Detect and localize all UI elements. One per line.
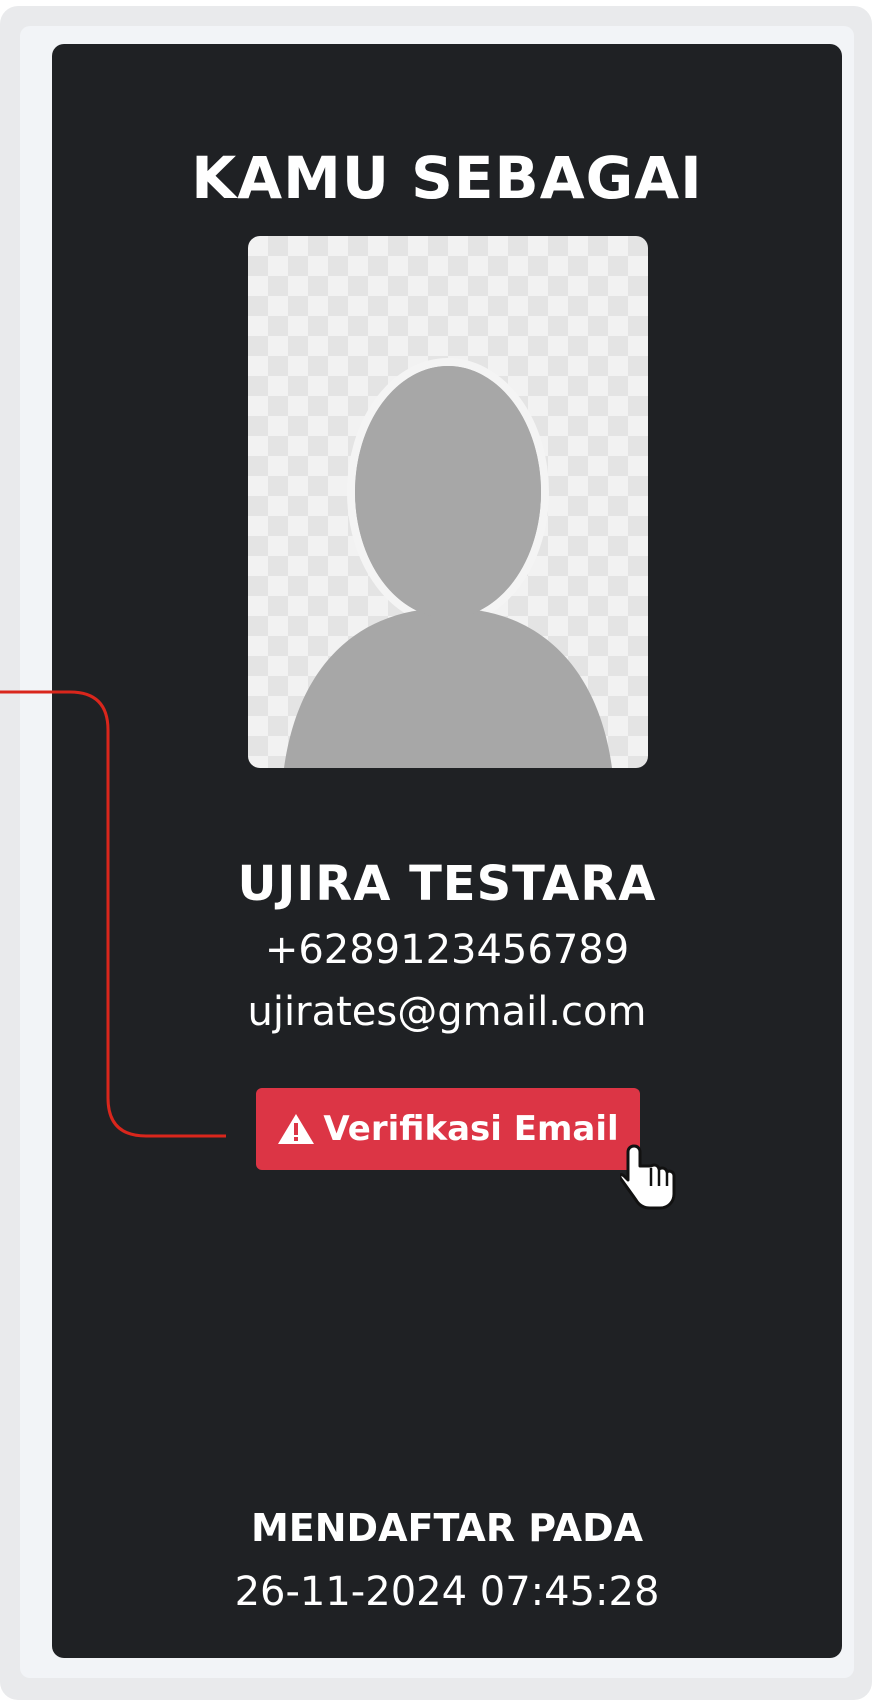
- profile-card: KAMU SEBAGAI UJIRA TESTARA +628912345678…: [52, 44, 842, 1658]
- warning-icon: [278, 1114, 315, 1144]
- verify-email-button[interactable]: Verifikasi Email: [256, 1088, 640, 1170]
- user-name: UJIRA TESTARA: [237, 856, 657, 912]
- card-title: KAMU SEBAGAI: [191, 144, 703, 212]
- profile-photo: [248, 236, 648, 768]
- registered-label: MENDAFTAR PADA: [250, 1506, 644, 1550]
- user-email: ujirates@gmail.com: [247, 989, 647, 1035]
- registered-date: 26-11-2024 07:45:28: [234, 1569, 660, 1615]
- hand-pointer-icon: [620, 1144, 676, 1210]
- user-silhouette-icon: [284, 358, 612, 768]
- verify-email-label: Verifikasi Email: [323, 1109, 619, 1149]
- user-phone: +6289123456789: [264, 927, 630, 973]
